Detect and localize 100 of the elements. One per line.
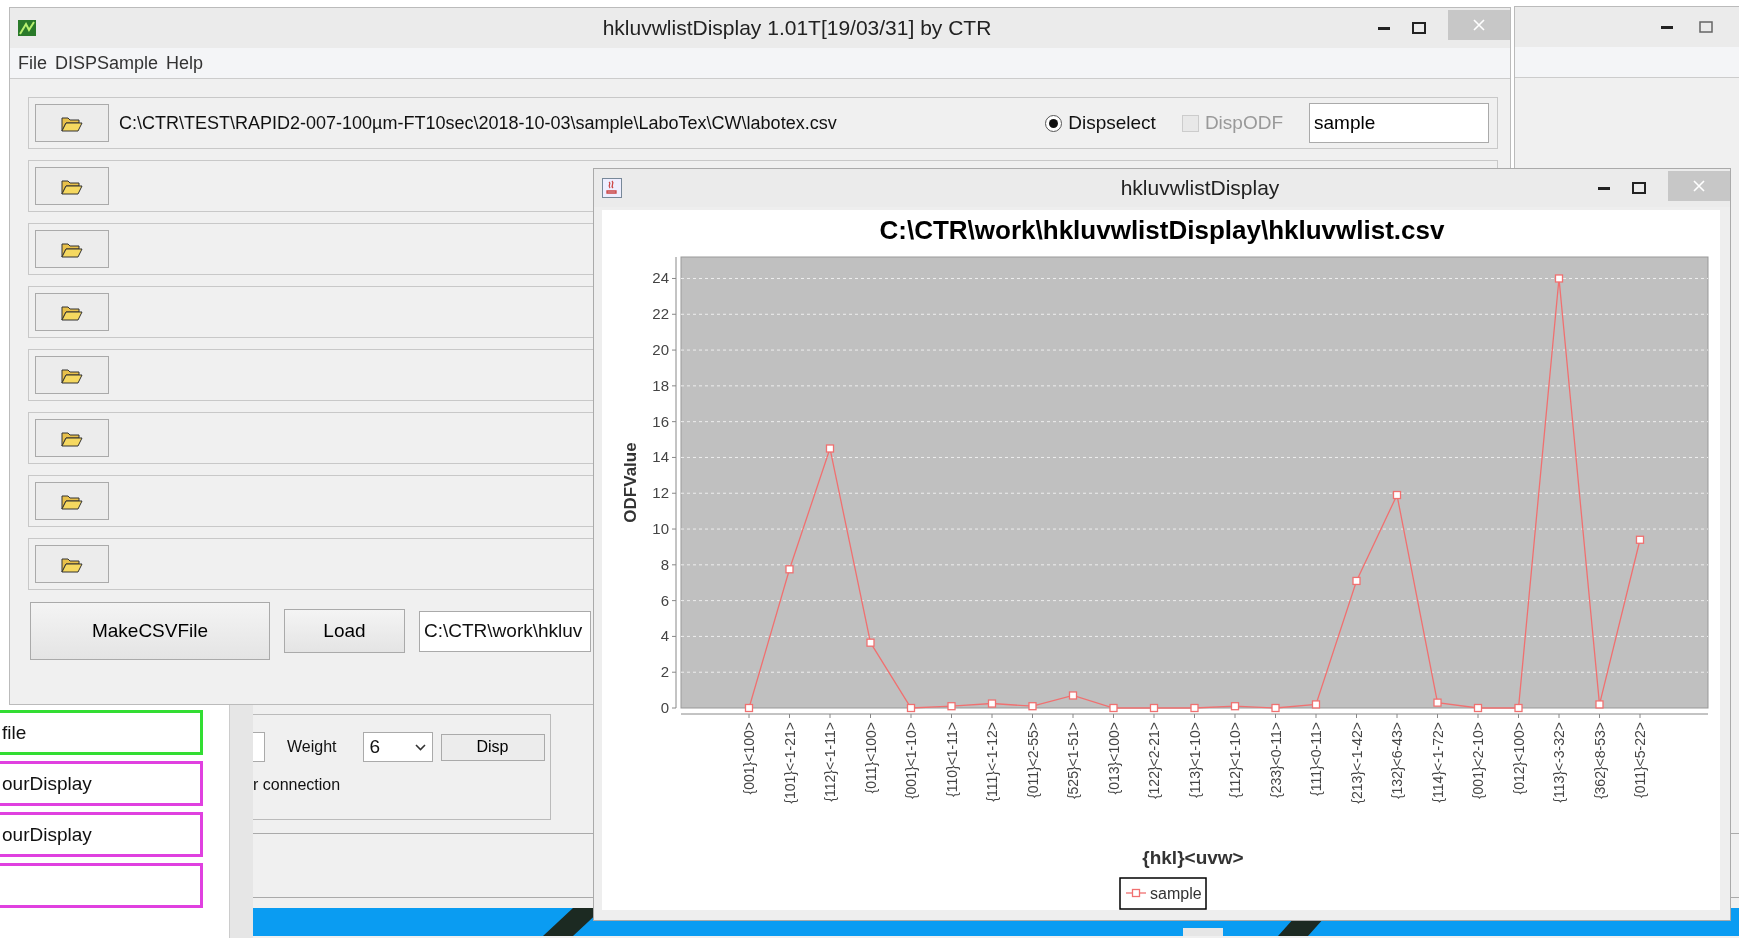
tick-label: {111}<0-11> [1308, 722, 1324, 796]
minimize-icon[interactable] [1661, 25, 1673, 29]
make-csv-button[interactable]: MakeCSVFile [30, 602, 270, 660]
data-point [947, 702, 956, 711]
weight-label: Weight [287, 738, 337, 756]
menu-item[interactable]: Help [166, 52, 204, 74]
weight-dropdown[interactable]: 6 [362, 732, 433, 762]
radio-button[interactable] [1045, 114, 1063, 132]
disp-button[interactable]: Disp [440, 733, 545, 761]
tick-label: {112}<-1-11> [822, 722, 838, 802]
tick-label: 22 [652, 305, 669, 323]
menu-item[interactable]: DISPSample [55, 52, 159, 74]
folder-icon [61, 177, 83, 195]
load-button[interactable]: Load [284, 609, 405, 653]
chevron-icon [414, 743, 426, 751]
data-point [1190, 703, 1199, 713]
tick-label: {101}<-1-21> [781, 722, 798, 804]
window-title: hkluvwlistDisplay [1119, 176, 1281, 200]
data-point [1433, 698, 1442, 707]
tick-label: {114}<-1-72> [1429, 722, 1446, 803]
open-file-button[interactable] [35, 419, 109, 457]
list-item[interactable]: file [0, 710, 203, 755]
data-point [1311, 700, 1321, 709]
open-file-button[interactable] [35, 293, 109, 331]
open-file-button[interactable] [35, 356, 109, 394]
tick-label: {213}<-1-42> [1348, 722, 1365, 804]
java-icon [602, 178, 622, 198]
data-point [866, 638, 875, 647]
data-point [1352, 576, 1361, 586]
folder-icon [61, 429, 83, 447]
open-file-button[interactable] [35, 545, 109, 583]
tick-label: {113}<-3-32> [1551, 722, 1567, 803]
data-point [1392, 490, 1402, 500]
tick-label: {132}<6-43> [1389, 722, 1405, 800]
maximize-icon[interactable] [1412, 22, 1426, 34]
tick-label: 24 [652, 269, 669, 287]
dropdown-edge[interactable] [253, 732, 265, 762]
list-item[interactable]: ourDisplay [0, 761, 203, 806]
data-point [906, 703, 916, 713]
open-file-button[interactable] [35, 167, 109, 205]
menu-item[interactable]: File [18, 52, 47, 74]
tick-label: {013}<100> [1105, 722, 1122, 795]
folder-icon [61, 114, 83, 132]
data-point [987, 699, 997, 708]
folder-icon [61, 555, 83, 573]
minimize-icon[interactable] [1378, 26, 1390, 30]
open-file-button[interactable] [35, 230, 109, 268]
tick-label: {233}<0-11> [1267, 722, 1284, 799]
tick-label: {111}<-1-12> [984, 722, 1000, 802]
data-point [1595, 700, 1604, 709]
minimize-icon[interactable] [1598, 186, 1610, 190]
list-item[interactable]: ourDisplay [0, 812, 203, 857]
folder-icon [61, 240, 83, 258]
tick-label: 20 [652, 341, 669, 359]
tick-label: {011}<2-55> [1024, 722, 1041, 799]
data-point [1068, 691, 1078, 700]
tick-label: 2 [660, 663, 669, 681]
tick-label: 4 [660, 627, 669, 645]
close-icon [1693, 180, 1705, 192]
data-point [1514, 703, 1523, 713]
folder-icon [61, 492, 83, 510]
legend-label: sample [1150, 885, 1202, 902]
tick-label: 14 [652, 448, 669, 466]
data-point [785, 565, 794, 574]
file-path: C:\CTR\TEST\RAPID2-007-100µm-FT10sec\2018-10-03\sample\LaboTex\CW\labotex.csv [119, 112, 837, 134]
tick-label: {001}<2-10> [1470, 722, 1486, 800]
tick-label: 6 [660, 591, 669, 609]
tick-label: {011}<100> [862, 722, 879, 794]
tick-label: {011}<5-22> [1632, 722, 1648, 799]
tick-label: 0 [660, 699, 669, 716]
legend-marker [1125, 888, 1147, 898]
data-point [1230, 702, 1240, 711]
tick-label: {110}<1-11> [943, 722, 960, 797]
tick-label: {001}<100> [741, 722, 757, 795]
path-field[interactable]: C:\CTR\work\hkluv [419, 610, 591, 652]
data-point [825, 444, 835, 453]
tick-label: {112}<1-10> [1227, 722, 1243, 799]
axis-title: {hkl}<uvw> [1142, 847, 1244, 868]
tick-label: 12 [652, 484, 669, 502]
data-point [744, 703, 754, 713]
tick-label: {525}<1-51> [1065, 722, 1081, 800]
close-icon [1473, 19, 1485, 31]
folder-icon [61, 366, 83, 384]
window-title: hkluvwlistDisplay 1.01T[19/03/31] by CTR [601, 16, 993, 40]
data-point [1149, 703, 1159, 713]
open-file-button[interactable] [35, 482, 109, 520]
tick-label: 16 [652, 412, 669, 430]
app-icon [18, 20, 36, 36]
name-field[interactable]: sample [1309, 103, 1489, 143]
tick-label: {362}<8-53> [1591, 722, 1608, 800]
radio-option[interactable]: Dispselect [1045, 112, 1156, 134]
axis-title: ODFValue [621, 442, 640, 523]
open-file-button[interactable] [35, 104, 109, 142]
tick-label: {122}<2-21> [1146, 722, 1162, 800]
chart-title: C:\CTR\work\hkluvwlistDisplay\hkluvwlist.csv [879, 215, 1445, 245]
list-item[interactable] [0, 863, 203, 908]
tick-label: {012}<100> [1510, 722, 1527, 795]
connection-label: r connection [253, 776, 342, 794]
maximize-icon[interactable] [1632, 182, 1646, 194]
data-point [1635, 535, 1645, 544]
